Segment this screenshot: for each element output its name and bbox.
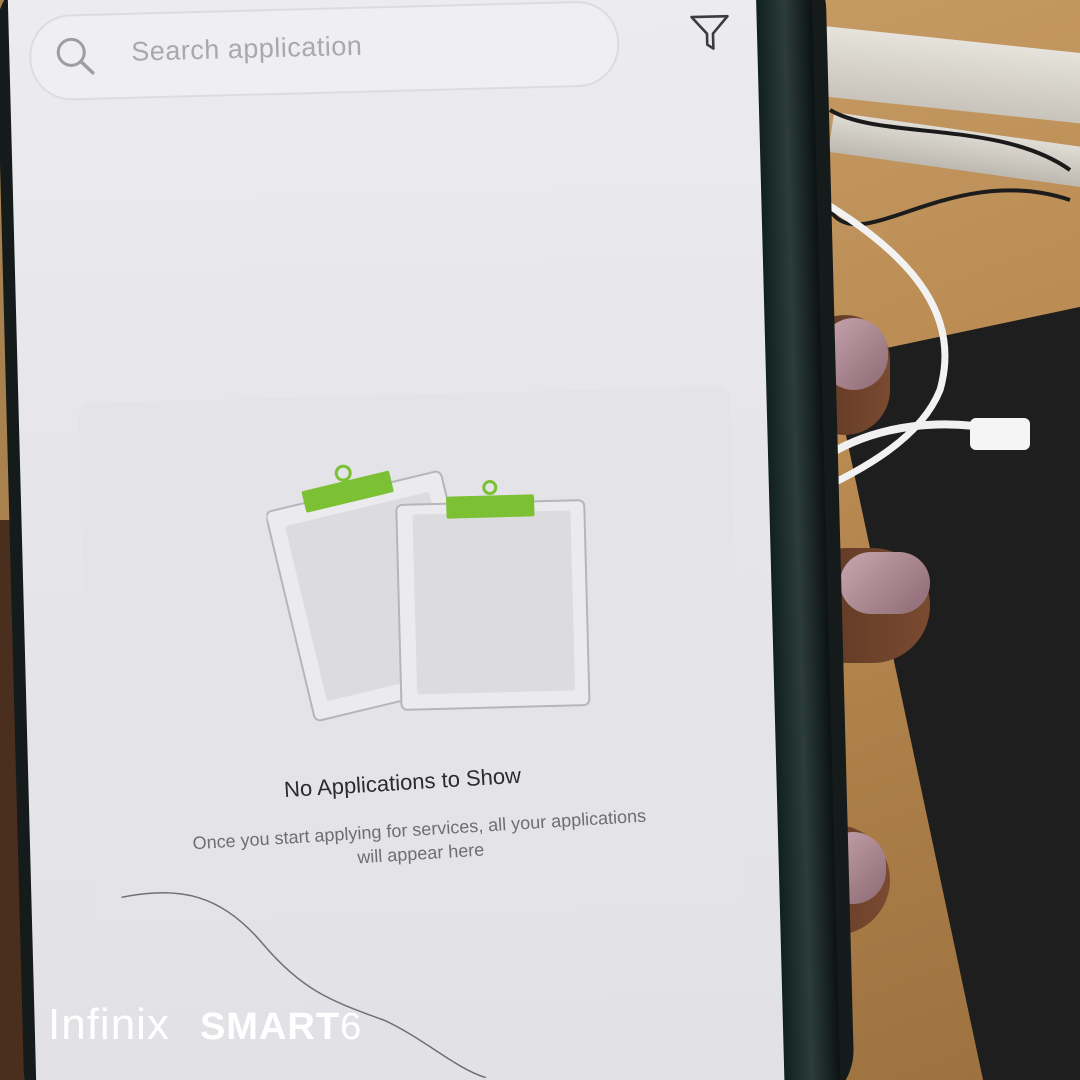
watermark-model-number: 6: [340, 1006, 362, 1048]
search-input[interactable]: Search application: [28, 0, 621, 102]
cables: [817, 108, 1072, 494]
watermark-model: SMART: [199, 1006, 341, 1048]
clipboards-icon: [265, 464, 591, 722]
watermark-brand: Infinix: [48, 1000, 170, 1049]
fingernail: [840, 552, 930, 614]
search-icon: [56, 37, 95, 75]
camera-watermark: Infinix SMART6: [48, 1000, 361, 1050]
phone-screen: Search application No Applications to Sh…: [7, 0, 785, 1080]
filter-icon[interactable]: [688, 11, 731, 54]
search-placeholder: Search application: [130, 30, 363, 67]
photo-scene: Search application No Applications to Sh…: [0, 0, 1080, 1080]
